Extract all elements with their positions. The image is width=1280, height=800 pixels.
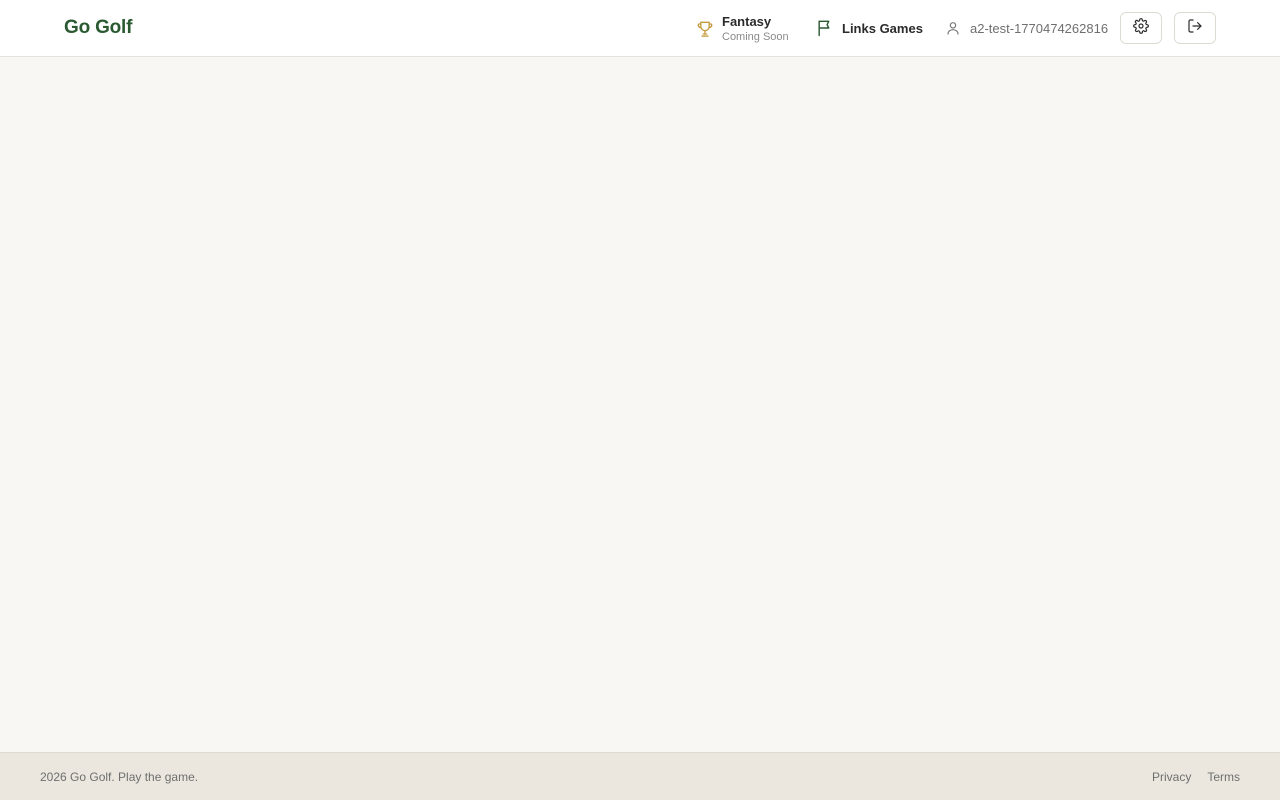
nav-fantasy-label: Fantasy <box>722 14 772 29</box>
gear-icon <box>1133 17 1149 39</box>
user-account: a2-test-1770474262816 <box>945 19 1108 37</box>
logout-icon <box>1187 18 1203 39</box>
nav-links-games[interactable]: Links Games <box>815 18 923 38</box>
footer: 2026 Go Golf. Play the game. Privacy Ter… <box>0 752 1280 800</box>
user-icon <box>945 20 961 36</box>
footer-link-terms[interactable]: Terms <box>1207 770 1240 784</box>
flag-icon <box>815 18 835 38</box>
main-content <box>0 57 1280 752</box>
footer-link-privacy[interactable]: Privacy <box>1152 770 1191 784</box>
footer-copyright: 2026 Go Golf. Play the game. <box>40 770 199 784</box>
settings-button[interactable] <box>1120 12 1162 44</box>
brand-logo[interactable]: Go Golf <box>64 17 132 39</box>
username-label: a2-test-1770474262816 <box>970 20 1109 36</box>
trophy-icon <box>695 19 715 39</box>
footer-links: Privacy Terms <box>1152 770 1240 784</box>
nav-fantasy[interactable]: Fantasy Coming Soon <box>695 14 789 46</box>
coming-soon-badge: Coming Soon <box>722 31 789 43</box>
top-header: Go Golf Fantasy Coming Soon Links Games <box>0 0 1280 57</box>
logout-button[interactable] <box>1174 12 1216 44</box>
nav-links-games-label: Links Games <box>842 20 923 36</box>
